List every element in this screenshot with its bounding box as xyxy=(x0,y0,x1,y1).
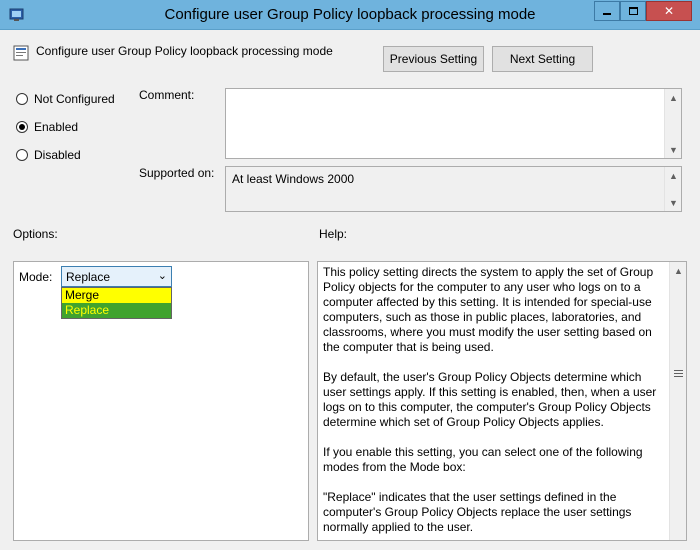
mode-label: Mode: xyxy=(19,270,53,284)
mode-dropdown[interactable]: Replace ⌄ xyxy=(61,266,172,287)
help-paragraph: "Replace" indicates that the user settin… xyxy=(323,490,632,534)
help-paragraph: If you enable this setting, you can sele… xyxy=(323,445,643,474)
radio-indicator[interactable] xyxy=(16,149,28,161)
mode-dropdown-list: Merge Replace xyxy=(61,287,172,319)
help-paragraph: This policy setting directs the system t… xyxy=(323,265,654,354)
scroll-up-icon[interactable]: ▲ xyxy=(665,89,682,106)
radio-disabled[interactable]: Disabled xyxy=(16,148,81,162)
help-panel: This policy setting directs the system t… xyxy=(317,261,687,541)
maximize-button[interactable] xyxy=(620,1,646,21)
close-button[interactable]: ✕ xyxy=(646,1,692,21)
dropdown-option-merge[interactable]: Merge xyxy=(62,288,171,303)
title-bar: Configure user Group Policy loopback pro… xyxy=(0,0,700,30)
radio-label: Not Configured xyxy=(34,92,115,106)
maximize-icon xyxy=(628,7,638,15)
supported-on-value: At least Windows 2000 xyxy=(232,172,355,186)
dropdown-option-replace[interactable]: Replace xyxy=(62,303,171,318)
scroll-down-icon[interactable]: ▼ xyxy=(665,194,682,211)
comment-field[interactable]: ▲ ▼ xyxy=(225,88,682,159)
scroll-thumb-grip[interactable] xyxy=(674,370,683,377)
scroll-up-icon[interactable]: ▲ xyxy=(665,167,682,184)
help-label: Help: xyxy=(319,227,348,241)
radio-enabled[interactable]: Enabled xyxy=(16,120,78,134)
next-setting-button[interactable]: Next Setting xyxy=(492,46,593,72)
minimize-icon xyxy=(603,13,611,15)
policy-setting-icon xyxy=(13,45,29,61)
supported-on-label: Supported on: xyxy=(139,166,215,180)
help-text: This policy setting directs the system t… xyxy=(323,265,663,550)
options-panel: Mode: Replace ⌄ Merge Replace xyxy=(13,261,309,541)
supported-on-field: At least Windows 2000 ▲ ▼ xyxy=(225,166,682,212)
radio-indicator[interactable] xyxy=(16,93,28,105)
mode-selected-value: Replace xyxy=(66,270,111,284)
comment-scrollbar[interactable]: ▲ ▼ xyxy=(664,89,681,158)
help-scrollbar[interactable]: ▲ xyxy=(669,262,686,540)
minimize-button[interactable] xyxy=(594,1,620,21)
setting-name: Configure user Group Policy loopback pro… xyxy=(36,44,333,58)
radio-indicator[interactable] xyxy=(16,121,28,133)
radio-label: Disabled xyxy=(34,148,81,162)
close-icon: ✕ xyxy=(663,4,675,18)
scroll-down-icon[interactable]: ▼ xyxy=(665,141,682,158)
chevron-down-icon[interactable]: ⌄ xyxy=(158,269,167,282)
previous-setting-button[interactable]: Previous Setting xyxy=(383,46,484,72)
radio-not-configured[interactable]: Not Configured xyxy=(16,92,115,106)
help-paragraph: By default, the user's Group Policy Obje… xyxy=(323,370,657,429)
supported-scrollbar[interactable]: ▲ ▼ xyxy=(664,167,681,211)
comment-label: Comment: xyxy=(139,88,195,102)
scroll-up-icon[interactable]: ▲ xyxy=(670,262,687,279)
radio-label: Enabled xyxy=(34,120,79,134)
options-label: Options: xyxy=(13,227,58,241)
